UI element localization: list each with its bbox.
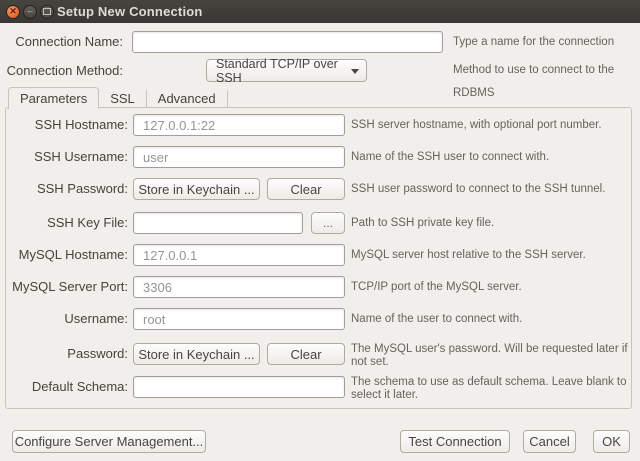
password-label: Password: [6,343,128,365]
ssh-password-label: SSH Password: [6,178,128,200]
mysql-port-row: MySQL Server Port: TCP/IP port of the My… [6,276,631,298]
mysql-hostname-row: MySQL Hostname: MySQL server host relati… [6,244,631,266]
setup-new-connection-dialog: ✕ – Setup New Connection Connection Name… [0,0,640,461]
window-title: Setup New Connection [57,4,203,19]
ssh-hostname-input[interactable] [133,114,345,136]
username-label: Username: [6,308,128,330]
username-input[interactable] [133,308,345,330]
mysql-port-label: MySQL Server Port: [6,276,128,298]
default-schema-label: Default Schema: [6,376,128,398]
mysql-port-input[interactable] [133,276,345,298]
connection-method-dropdown[interactable]: Standard TCP/IP over SSH [206,59,367,82]
ssh-password-row: SSH Password: Store in Keychain ... Clea… [6,178,631,200]
connection-name-input[interactable] [132,31,443,53]
cancel-button[interactable]: Cancel [523,430,576,453]
close-button[interactable]: ✕ [6,5,20,19]
ssh-hostname-row: SSH Hostname: SSH server hostname, with … [6,114,631,136]
ssh-password-hint: SSH user password to connect to the SSH … [351,178,633,200]
ssh-key-file-input[interactable] [133,212,303,234]
mysql-port-hint: TCP/IP port of the MySQL server. [351,276,633,298]
ssh-key-file-browse-button[interactable]: ... [311,212,345,234]
ssh-hostname-hint: SSH server hostname, with optional port … [351,114,633,136]
configure-server-management-button[interactable]: Configure Server Management... [12,430,206,453]
username-hint: Name of the user to connect with. [351,308,633,330]
maximize-icon [43,8,51,15]
password-hint: The MySQL user's password. Will be reque… [351,343,633,369]
maximize-button[interactable] [40,5,54,19]
ssh-key-file-hint: Path to SSH private key file. [351,212,633,234]
tab-advanced[interactable]: Advanced [147,90,228,107]
username-row: Username: Name of the user to connect wi… [6,308,631,330]
mysql-hostname-hint: MySQL server host relative to the SSH se… [351,244,633,266]
tab-parameters[interactable]: Parameters [8,87,99,109]
mysql-hostname-label: MySQL Hostname: [6,244,128,266]
ok-button[interactable]: OK [593,430,630,453]
ssh-username-hint: Name of the SSH user to connect with. [351,146,633,168]
default-schema-input[interactable] [133,376,345,398]
close-icon: ✕ [9,7,17,16]
ssh-key-file-row: SSH Key File: ... Path to SSH private ke… [6,212,631,234]
chevron-down-icon [351,69,359,74]
connection-method-label: Connection Method: [0,59,123,82]
password-row: Password: Store in Keychain ... Clear Th… [6,343,631,365]
minimize-icon: – [27,7,32,16]
parameters-panel: SSH Hostname: SSH server hostname, with … [5,107,632,409]
ssh-username-input[interactable] [133,146,345,168]
clear-password-button[interactable]: Clear [267,343,345,365]
ssh-store-in-keychain-button[interactable]: Store in Keychain ... [133,178,260,200]
tab-bar: Parameters SSL Advanced [8,87,228,109]
mysql-hostname-input[interactable] [133,244,345,266]
tab-ssl[interactable]: SSL [99,90,147,107]
default-schema-hint: The schema to use as default schema. Lea… [351,376,633,402]
ssh-clear-password-button[interactable]: Clear [267,178,345,200]
default-schema-row: Default Schema: The schema to use as def… [6,376,631,398]
ssh-username-label: SSH Username: [6,146,128,168]
ssh-username-row: SSH Username: Name of the SSH user to co… [6,146,631,168]
connection-name-label: Connection Name: [0,31,123,53]
ssh-hostname-label: SSH Hostname: [6,114,128,136]
store-in-keychain-button[interactable]: Store in Keychain ... [133,343,260,365]
connection-name-hint: Type a name for the connection [453,31,614,53]
titlebar: ✕ – Setup New Connection [0,0,640,23]
minimize-button[interactable]: – [23,5,37,19]
connection-method-value: Standard TCP/IP over SSH [216,57,366,85]
test-connection-button[interactable]: Test Connection [400,430,510,453]
connection-method-hint: Method to use to connect to the RDBMS [453,59,640,82]
ssh-key-file-label: SSH Key File: [6,212,128,234]
